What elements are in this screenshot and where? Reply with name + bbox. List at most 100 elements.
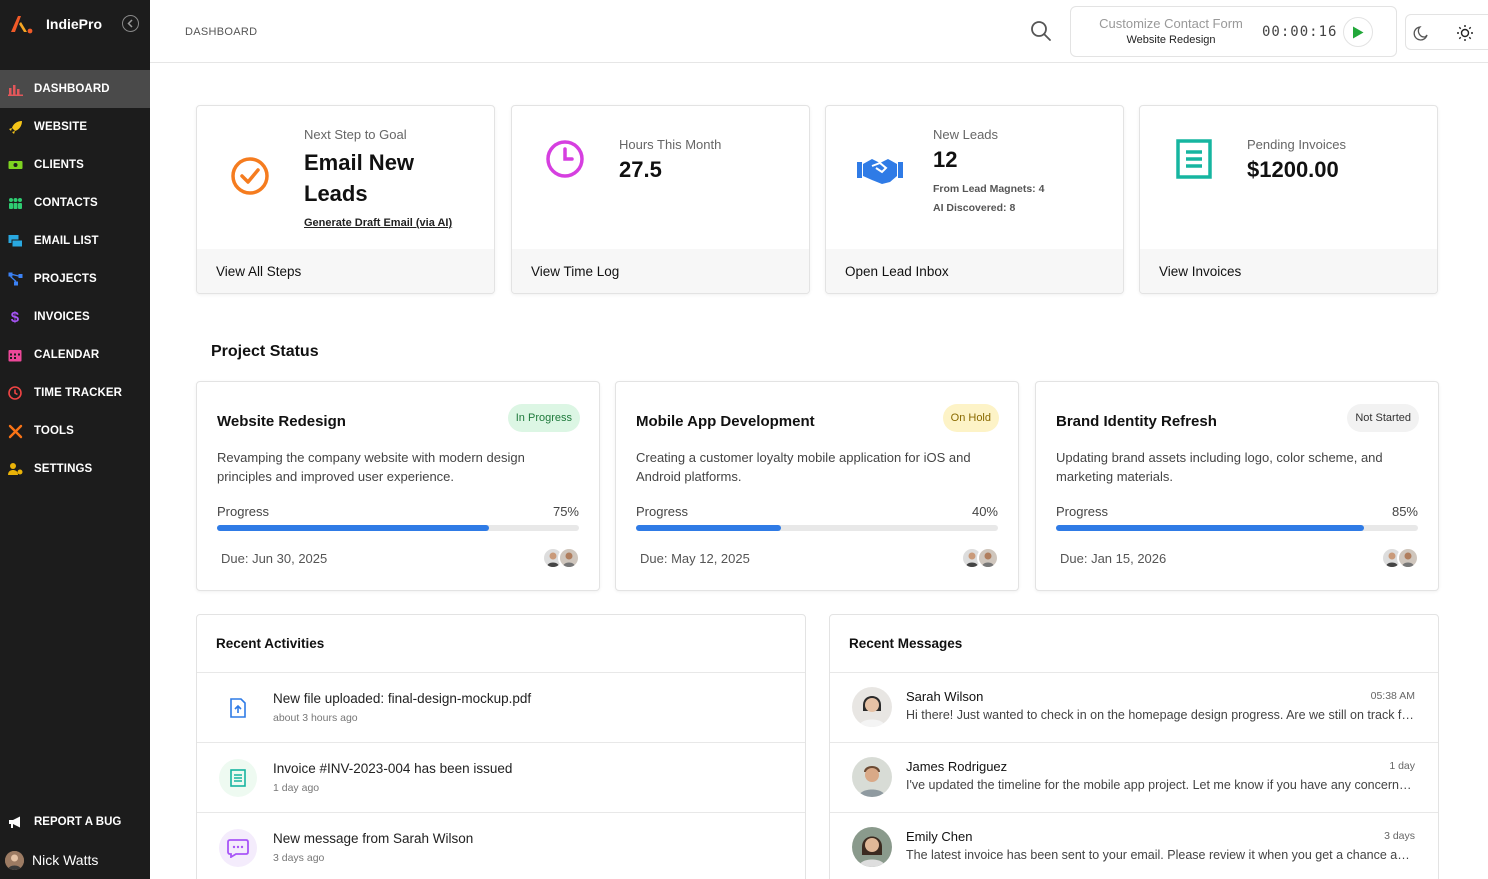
dollar-icon: $ bbox=[10, 308, 20, 326]
sidebar-item-label: CALENDAR bbox=[34, 349, 100, 361]
due-date: Due: Jun 30, 2025 bbox=[221, 551, 328, 566]
avatar bbox=[558, 547, 580, 569]
progress-value: 85% bbox=[1391, 504, 1418, 519]
search-icon bbox=[1031, 21, 1051, 41]
progress-value: 75% bbox=[552, 504, 579, 519]
sidebar-item-label: INVOICES bbox=[34, 311, 90, 323]
progress-value: 40% bbox=[971, 504, 998, 519]
project-card[interactable]: Mobile App Development On Hold Creating … bbox=[615, 381, 1019, 591]
progress-bar bbox=[217, 525, 579, 531]
stat-value: $1200.00 bbox=[1247, 157, 1339, 182]
report-bug-label: REPORT A BUG bbox=[34, 816, 122, 828]
play-icon bbox=[1353, 26, 1364, 38]
view-all-steps-link[interactable]: View All Steps bbox=[197, 249, 494, 293]
sidebar-item-label: TOOLS bbox=[34, 425, 74, 437]
clock-icon bbox=[545, 139, 593, 187]
file-upload-icon bbox=[219, 689, 257, 727]
status-badge: In Progress bbox=[507, 404, 580, 432]
timer-elapsed: 00:00:16 bbox=[1262, 24, 1338, 40]
sidebar-nav: DASHBOARD WEBSITE CLIENTS CONTACTS EMAIL… bbox=[0, 70, 150, 488]
list-item[interactable]: New file uploaded: final-design-mockup.p… bbox=[197, 673, 805, 743]
progress-fill bbox=[217, 525, 489, 531]
recent-activities-panel: Recent Activities New file uploaded: fin… bbox=[196, 614, 806, 879]
stat-value: Email New Leads bbox=[304, 150, 415, 206]
project-card[interactable]: Website Redesign In Progress Revamping t… bbox=[196, 381, 600, 591]
sidebar-item-tools[interactable]: TOOLS bbox=[0, 412, 150, 450]
message-time: 1 day bbox=[1389, 760, 1415, 772]
chevron-left-icon bbox=[127, 19, 133, 28]
list-item[interactable]: Invoice #INV-2023-004 has been issued 1 … bbox=[197, 743, 805, 813]
activity-time: 3 days ago bbox=[273, 852, 325, 864]
sidebar-item-label: PROJECTS bbox=[34, 273, 97, 285]
team-avatars[interactable] bbox=[961, 547, 999, 569]
sidebar-item-label: TIME TRACKER bbox=[34, 387, 123, 399]
moon-icon[interactable] bbox=[1412, 23, 1432, 43]
leads-from-magnets: From Lead Magnets: 4 bbox=[933, 183, 1045, 195]
status-badge: On Hold bbox=[942, 404, 999, 432]
sidebar: IndiePro DASHBOARD WEBSITE CLIENTS CONTA… bbox=[0, 0, 150, 879]
sun-icon[interactable] bbox=[1455, 23, 1475, 43]
view-invoices-link[interactable]: View Invoices bbox=[1140, 249, 1437, 293]
due-date: Due: May 12, 2025 bbox=[640, 551, 750, 566]
due-date: Due: Jan 15, 2026 bbox=[1060, 551, 1167, 566]
megaphone-icon bbox=[7, 814, 23, 830]
message-item[interactable]: Emily Chen 3 days The latest invoice has… bbox=[830, 813, 1438, 879]
search-button[interactable] bbox=[1030, 20, 1052, 42]
user-settings-icon bbox=[7, 461, 23, 477]
stat-card-hours: Hours This Month 27.5 View Time Log bbox=[511, 105, 810, 294]
indiepro-logo-icon bbox=[7, 10, 35, 38]
user-profile[interactable]: Nick Watts bbox=[0, 841, 150, 879]
collapse-sidebar-button[interactable] bbox=[122, 15, 139, 32]
active-timer[interactable]: Customize Contact Form Website Redesign … bbox=[1070, 6, 1397, 57]
sidebar-item-website[interactable]: WEBSITE bbox=[0, 108, 150, 146]
timer-play-button[interactable] bbox=[1343, 17, 1373, 47]
people-icon bbox=[7, 195, 23, 211]
avatar bbox=[1397, 547, 1419, 569]
avatar bbox=[852, 687, 892, 727]
sidebar-item-email-list[interactable]: EMAIL LIST bbox=[0, 222, 150, 260]
project-name: Mobile App Development bbox=[636, 413, 815, 430]
sidebar-item-invoices[interactable]: $ INVOICES bbox=[0, 298, 150, 336]
open-lead-inbox-link[interactable]: Open Lead Inbox bbox=[826, 249, 1123, 293]
email-list-icon bbox=[7, 233, 23, 249]
panel-title: Recent Activities bbox=[197, 615, 805, 673]
view-time-log-link[interactable]: View Time Log bbox=[512, 249, 809, 293]
project-description: Updating brand assets including logo, co… bbox=[1056, 450, 1383, 484]
message-preview: I've updated the timeline for the mobile… bbox=[906, 778, 1416, 792]
stat-label: Hours This Month bbox=[619, 137, 722, 152]
message-item[interactable]: James Rodriguez 1 day I've updated the t… bbox=[830, 743, 1438, 813]
user-name: Nick Watts bbox=[32, 852, 99, 868]
invoice-icon bbox=[219, 759, 257, 797]
list-item[interactable]: New message from Sarah Wilson 3 days ago bbox=[197, 813, 805, 879]
sidebar-item-dashboard[interactable]: DASHBOARD bbox=[0, 70, 150, 108]
check-circle-icon bbox=[230, 156, 278, 204]
team-avatars[interactable] bbox=[542, 547, 580, 569]
timer-project-name: Website Redesign bbox=[1126, 34, 1216, 46]
message-item[interactable]: Sarah Wilson 05:38 AM Hi there! Just wan… bbox=[830, 673, 1438, 743]
timer-task-name: Customize Contact Form bbox=[1099, 16, 1243, 31]
brand-name: IndiePro bbox=[46, 16, 103, 32]
project-card[interactable]: Brand Identity Refresh Not Started Updat… bbox=[1035, 381, 1439, 591]
sidebar-item-time-tracker[interactable]: TIME TRACKER bbox=[0, 374, 150, 412]
project-status-title: Project Status bbox=[211, 343, 319, 360]
sidebar-item-label: EMAIL LIST bbox=[34, 235, 99, 247]
handshake-icon bbox=[856, 150, 904, 198]
rocket-icon bbox=[7, 119, 23, 135]
activity-time: 1 day ago bbox=[273, 782, 320, 794]
avatar bbox=[852, 827, 892, 867]
sidebar-item-contacts[interactable]: CONTACTS bbox=[0, 184, 150, 222]
team-avatars[interactable] bbox=[1381, 547, 1419, 569]
report-bug-button[interactable]: REPORT A BUG bbox=[0, 803, 150, 841]
progress-label: Progress bbox=[217, 504, 270, 519]
stat-card-invoices: Pending Invoices $1200.00 View Invoices bbox=[1139, 105, 1438, 294]
message-time: 3 days bbox=[1384, 830, 1415, 842]
progress-fill bbox=[1056, 525, 1364, 531]
sidebar-item-settings[interactable]: SETTINGS bbox=[0, 450, 150, 488]
sidebar-item-projects[interactable]: PROJECTS bbox=[0, 260, 150, 298]
sidebar-item-clients[interactable]: CLIENTS bbox=[0, 146, 150, 184]
project-description: Creating a customer loyalty mobile appli… bbox=[636, 450, 971, 484]
generate-draft-email-link[interactable]: Generate Draft Email (via AI) bbox=[304, 217, 452, 229]
sidebar-item-calendar[interactable]: CALENDAR bbox=[0, 336, 150, 374]
theme-toggle bbox=[1405, 14, 1488, 50]
sidebar-item-label: WEBSITE bbox=[34, 121, 88, 133]
